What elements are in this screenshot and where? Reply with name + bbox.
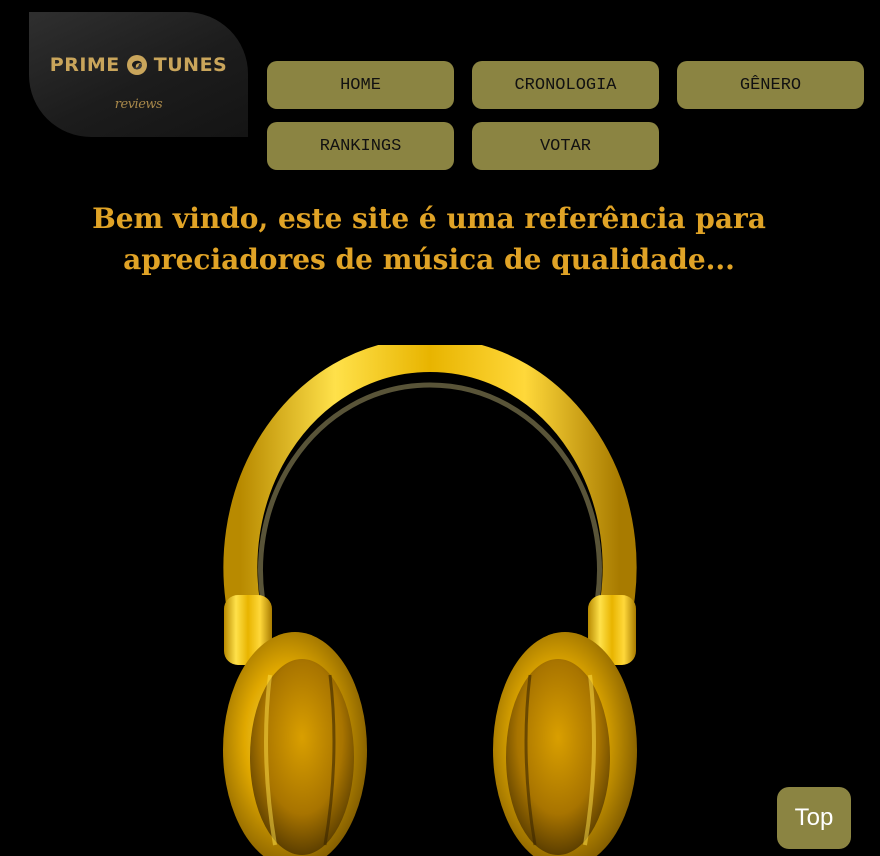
gold-headphones-image [223, 345, 637, 856]
nav-genero-button[interactable]: GÊNERO [677, 61, 864, 109]
welcome-line-2: apreciadores de música de qualidade... [123, 243, 735, 276]
back-to-top-button[interactable]: Top [777, 787, 851, 849]
welcome-heading: Bem vindo, este site é uma referência pa… [0, 198, 858, 280]
logo-brand-right: TUNES [153, 54, 228, 76]
logo-tagline: reviews [114, 97, 163, 112]
nav-rankings-button[interactable]: RANKINGS [267, 122, 454, 170]
logo-brand-left: PRIME [49, 54, 120, 76]
nav-home-button[interactable]: HOME [267, 61, 454, 109]
site-logo[interactable]: PRIME TUNES reviews [29, 12, 248, 137]
welcome-line-1: Bem vindo, este site é uma referência pa… [92, 202, 766, 235]
nav-votar-button[interactable]: VOTAR [472, 122, 659, 170]
nav-cronologia-button[interactable]: CRONOLOGIA [472, 61, 659, 109]
swirl-logo-icon [126, 55, 147, 75]
logo-wordmark: PRIME TUNES [29, 54, 248, 76]
